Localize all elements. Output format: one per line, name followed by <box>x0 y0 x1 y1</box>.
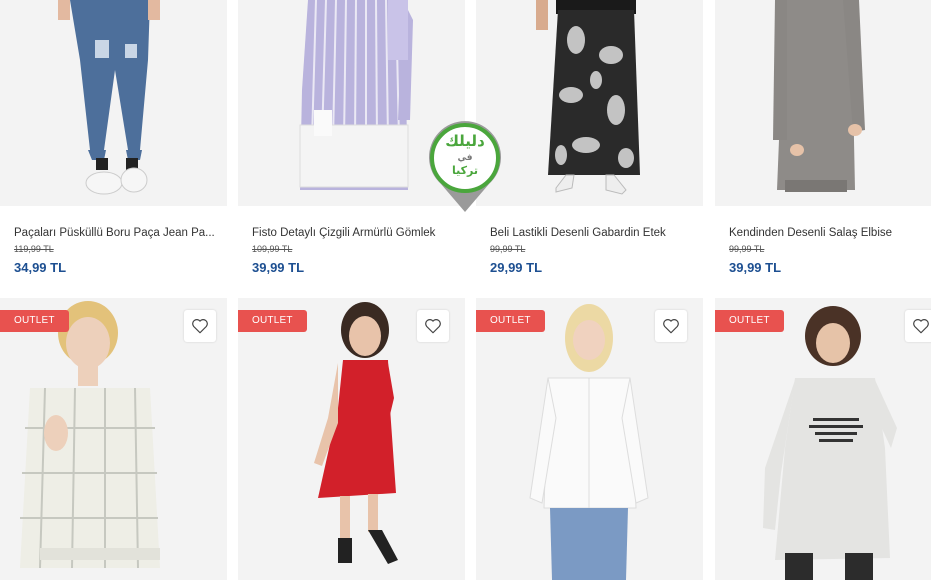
old-price: 99,99 TL <box>729 244 765 254</box>
favorite-button[interactable] <box>655 310 687 342</box>
product-name[interactable]: Beli Lastikli Desenli Gabardin Etek <box>490 226 695 240</box>
product-image-dress[interactable] <box>715 0 931 206</box>
product-image-jeans[interactable] <box>0 0 227 206</box>
product-name[interactable]: Kendinden Desenli Salaş Elbise <box>729 226 931 240</box>
sale-price: 34,99 TL <box>14 260 67 275</box>
outlet-badge: OUTLET <box>476 310 545 332</box>
sale-price: 29,99 TL <box>490 260 543 275</box>
sale-price: 39,99 TL <box>729 260 782 275</box>
heart-icon <box>425 319 441 334</box>
favorite-button[interactable] <box>417 310 449 342</box>
product-image-skirt[interactable] <box>476 0 703 206</box>
product-name[interactable]: Fisto Detaylı Çizgili Armürlü Gömlek <box>252 226 457 240</box>
favorite-button[interactable] <box>905 310 931 342</box>
outlet-badge: OUTLET <box>0 310 69 332</box>
watermark-logo: دليلك في تركيا <box>425 118 505 214</box>
favorite-button[interactable] <box>184 310 216 342</box>
outlet-badge: OUTLET <box>238 310 307 332</box>
heart-icon <box>192 319 208 334</box>
heart-icon <box>663 319 679 334</box>
product-name[interactable]: Paçaları Püsküllü Boru Paça Jean Pa... <box>14 226 219 240</box>
sale-price: 39,99 TL <box>252 260 305 275</box>
watermark-line1: دليلك <box>445 132 485 150</box>
watermark-line2: في <box>457 153 473 163</box>
old-price: 99,99 TL <box>490 244 526 254</box>
outlet-badge: OUTLET <box>715 310 784 332</box>
product-image-print-tunic[interactable] <box>715 298 931 580</box>
watermark-line3: تركيا <box>452 164 478 177</box>
old-price: 109,99 TL <box>252 244 293 254</box>
heart-icon <box>913 319 929 334</box>
old-price: 119,99 TL <box>14 244 54 254</box>
